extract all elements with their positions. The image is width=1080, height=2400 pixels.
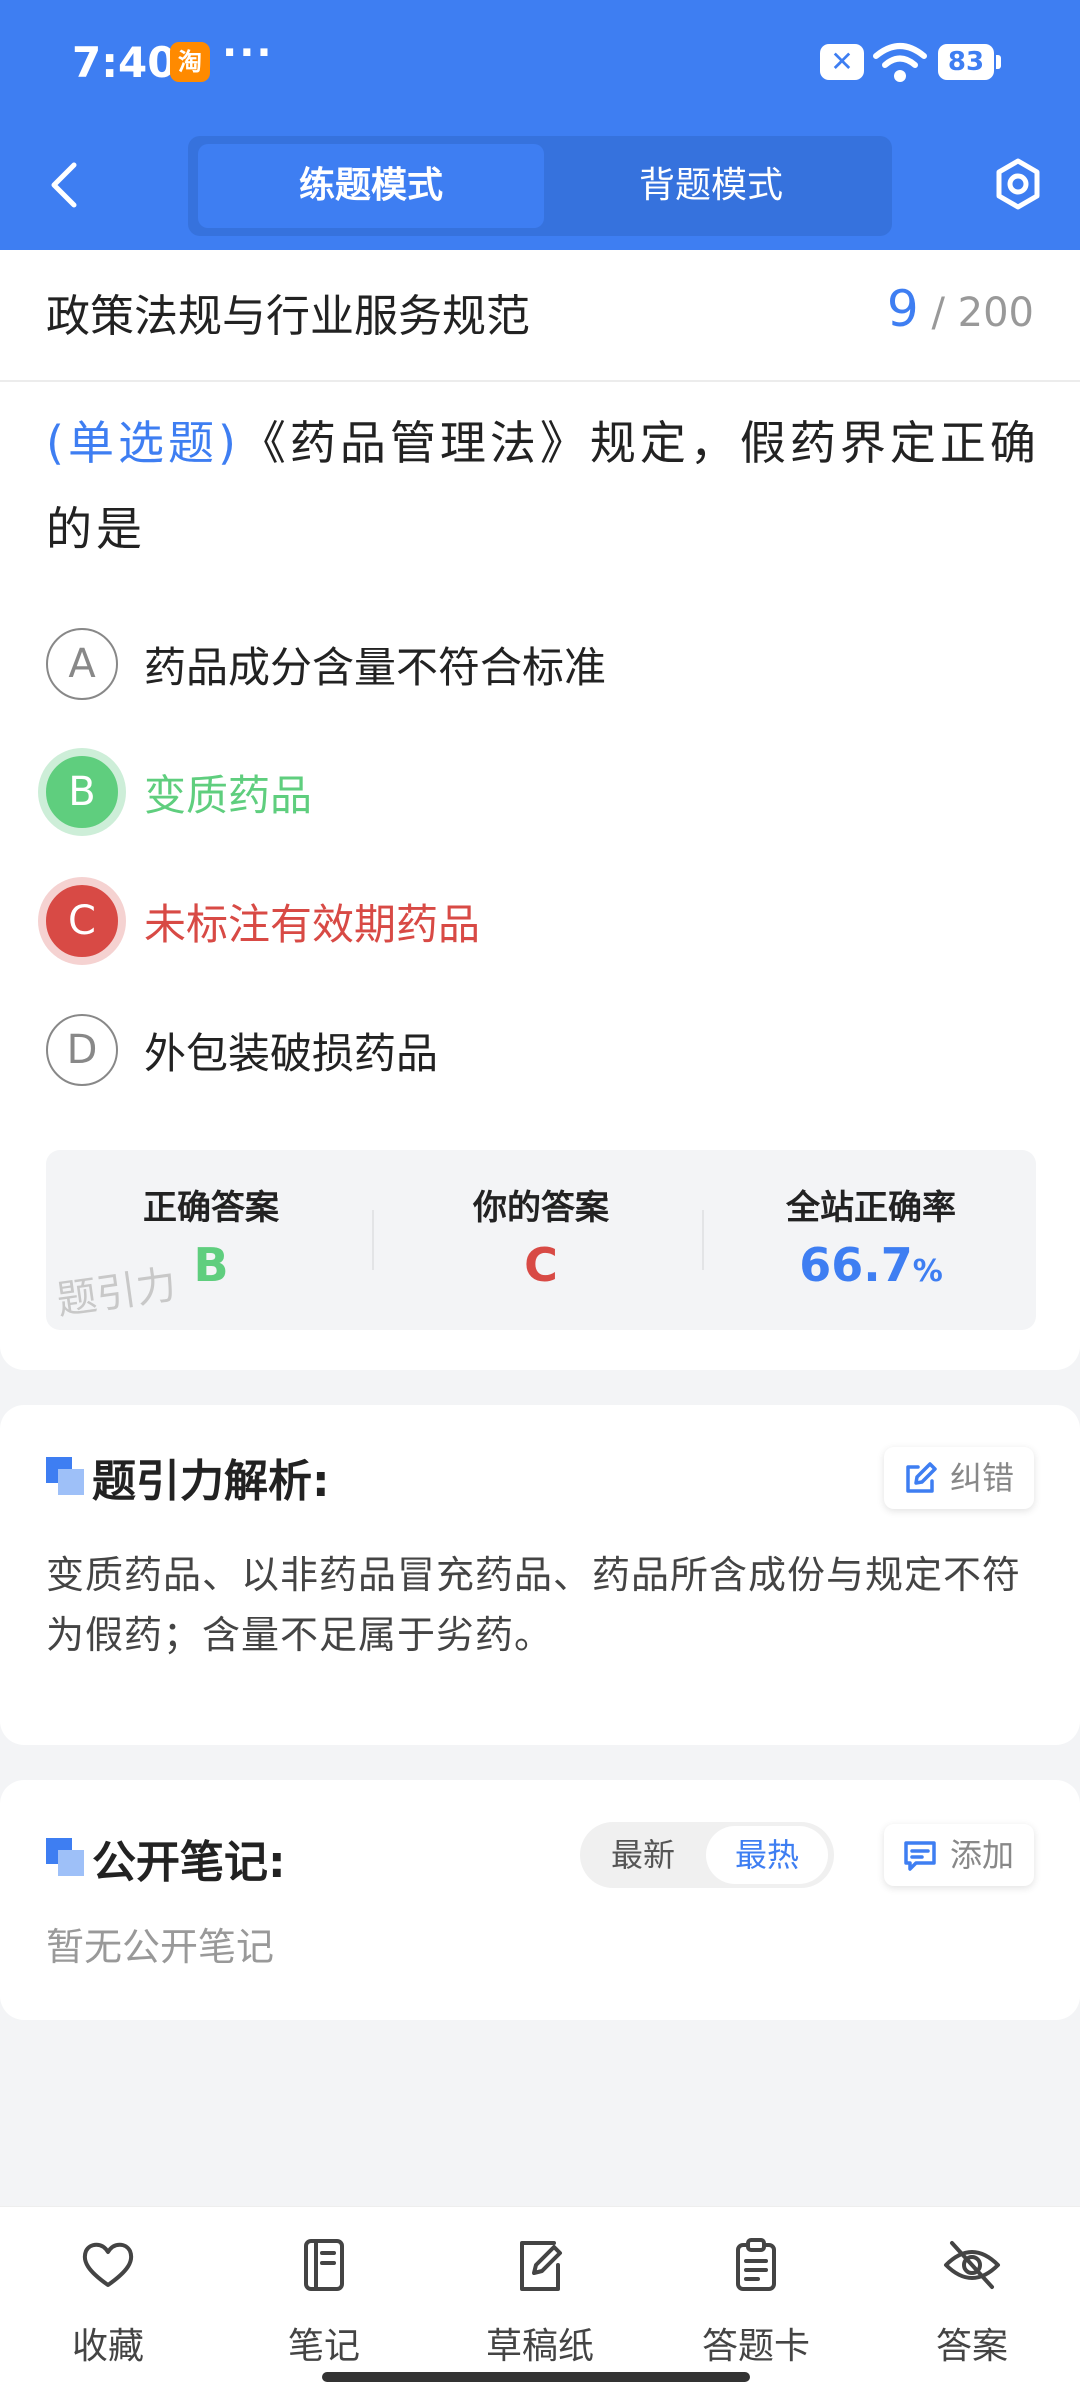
status-time: 7:40 bbox=[72, 38, 177, 87]
back-arrow-icon[interactable] bbox=[38, 155, 92, 215]
public-notes-title: 公开笔记: bbox=[92, 1837, 286, 1888]
status-bar: 7:40 淘 ··· ✕ 83 bbox=[0, 0, 1080, 125]
divider bbox=[0, 380, 1080, 382]
site-accuracy-label: 全站正确率 bbox=[786, 1188, 956, 1228]
subject-title: 政策法规与行业服务规范 bbox=[46, 291, 530, 342]
tab-memorize-mode[interactable]: 背题模式 bbox=[538, 144, 884, 228]
option-text: 未标注有效期药品 bbox=[144, 900, 481, 949]
answer-stats: 正确答案 B 你的答案 C 全站正确率 66.7% 题引力 bbox=[46, 1150, 1036, 1330]
option-letter: D bbox=[46, 1014, 118, 1086]
eye-off-icon bbox=[944, 2241, 1000, 2289]
your-answer-label: 你的答案 bbox=[473, 1188, 609, 1228]
question-text: (单选题)《药品管理法》规定，假药界定正确的是 bbox=[46, 400, 1046, 572]
heart-icon bbox=[82, 2242, 134, 2287]
settings-gear-icon[interactable] bbox=[990, 155, 1046, 215]
current-question-number: 9 bbox=[886, 280, 919, 338]
notebook-icon bbox=[304, 2239, 344, 2291]
notes-button[interactable]: 笔记 bbox=[224, 2227, 424, 2377]
header: 7:40 淘 ··· ✕ 83 练题模式 背题模式 bbox=[0, 0, 1080, 250]
option-text: 药品成分含量不符合标准 bbox=[144, 643, 607, 692]
report-error-button[interactable]: 纠错 bbox=[883, 1447, 1034, 1509]
analysis-text: 变质药品、以非药品冒充药品、药品所含成份与规定不符为假药；含量不足属于劣药。 bbox=[46, 1553, 1022, 1657]
your-answer-stat: 你的答案 C bbox=[376, 1150, 706, 1330]
favorite-button[interactable]: 收藏 bbox=[8, 2227, 208, 2377]
battery-icon: 83 bbox=[938, 44, 1001, 80]
option-text: 外包装破损药品 bbox=[144, 1029, 439, 1078]
taobao-app-icon: 淘 bbox=[170, 42, 210, 82]
home-indicator[interactable] bbox=[322, 2372, 750, 2382]
public-notes-card: 公开笔记: 最新 最热 添加 暂无公开笔记 bbox=[0, 1780, 1080, 2020]
analysis-title: 题引力解析: bbox=[92, 1456, 330, 1507]
question-type: (单选题) bbox=[46, 416, 240, 470]
mode-switcher: 练题模式 背题模式 bbox=[188, 136, 892, 236]
show-answer-button[interactable]: 答案 bbox=[872, 2227, 1072, 2377]
bottom-toolbar: 收藏 笔记 草稿纸 答题卡 答案 bbox=[0, 2206, 1080, 2400]
sort-newest[interactable]: 最新 bbox=[580, 1822, 706, 1888]
accuracy-unit: % bbox=[912, 1254, 943, 1289]
edit-icon bbox=[906, 1462, 937, 1493]
favorite-label: 收藏 bbox=[71, 2326, 144, 2367]
option-b[interactable]: B 变质药品 bbox=[46, 754, 1046, 830]
answer-sheet-label: 答题卡 bbox=[701, 2326, 810, 2367]
notes-sort-toggle: 最新 最热 bbox=[580, 1822, 834, 1888]
signal-off-icon: ✕ bbox=[820, 44, 864, 80]
empty-notes-text: 暂无公开笔记 bbox=[46, 1925, 275, 1969]
answer-sheet-button[interactable]: 答题卡 bbox=[656, 2227, 856, 2377]
option-c[interactable]: C 未标注有效期药品 bbox=[46, 883, 1046, 959]
divider bbox=[372, 1210, 374, 1270]
draft-pencil-icon bbox=[520, 2241, 562, 2291]
accuracy-number: 66.7 bbox=[799, 1238, 913, 1292]
site-accuracy-stat: 全站正确率 66.7% bbox=[706, 1150, 1036, 1330]
option-letter: C bbox=[46, 885, 118, 957]
clipboard-icon bbox=[736, 2238, 776, 2291]
more-notifications-icon: ··· bbox=[222, 30, 274, 76]
notes-label: 笔记 bbox=[287, 2326, 360, 2367]
comment-icon bbox=[904, 1841, 936, 1871]
question-counter: 9 / 200 bbox=[887, 280, 1034, 338]
your-answer-value: C bbox=[524, 1238, 558, 1292]
section-marker-icon bbox=[46, 1838, 84, 1876]
scratch-paper-label: 草稿纸 bbox=[485, 2326, 594, 2367]
report-error-label: 纠错 bbox=[949, 1459, 1014, 1497]
divider bbox=[702, 1210, 704, 1270]
option-d[interactable]: D 外包装破损药品 bbox=[46, 1012, 1046, 1088]
tab-practice-mode[interactable]: 练题模式 bbox=[198, 144, 544, 228]
scratch-paper-button[interactable]: 草稿纸 bbox=[440, 2227, 640, 2377]
add-note-label: 添加 bbox=[949, 1836, 1014, 1874]
total-questions: / 200 bbox=[931, 290, 1034, 336]
correct-answer-label: 正确答案 bbox=[143, 1188, 279, 1228]
section-marker-icon bbox=[46, 1457, 84, 1495]
question-card: 政策法规与行业服务规范 9 / 200 (单选题)《药品管理法》规定，假药界定正… bbox=[0, 250, 1080, 1370]
option-text: 变质药品 bbox=[144, 771, 313, 820]
option-letter: B bbox=[46, 756, 118, 828]
add-note-button[interactable]: 添加 bbox=[883, 1824, 1034, 1886]
option-a[interactable]: A 药品成分含量不符合标准 bbox=[46, 626, 1046, 702]
wifi-icon bbox=[873, 43, 927, 82]
option-letter: A bbox=[46, 628, 118, 700]
site-accuracy-value: 66.7% bbox=[706, 1238, 1036, 1292]
show-answer-label: 答案 bbox=[935, 2326, 1008, 2367]
sort-hottest[interactable]: 最热 bbox=[706, 1826, 828, 1884]
analysis-card: 题引力解析: 纠错 变质药品、以非药品冒充药品、药品所含成份与规定不符为假药；含… bbox=[0, 1405, 1080, 1745]
